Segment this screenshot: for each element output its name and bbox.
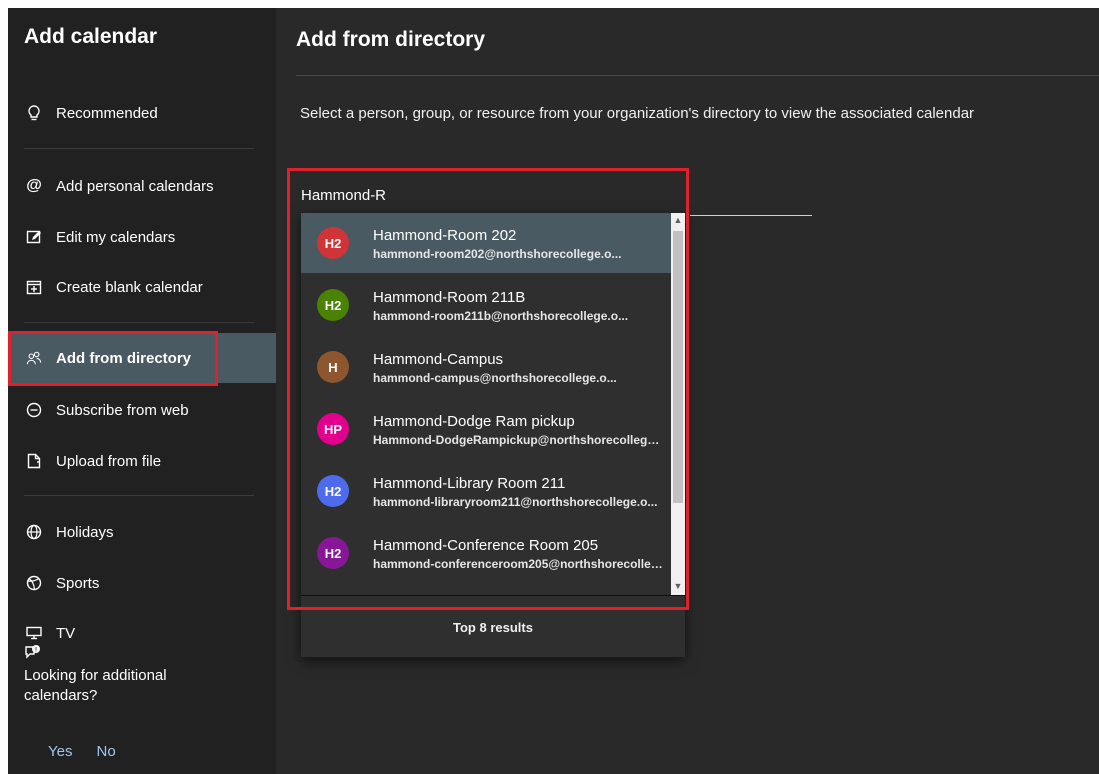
sidebar-divider — [24, 322, 254, 323]
sidebar-item-label: TV — [56, 624, 76, 642]
sidebar-item-recommended[interactable]: Recommended — [8, 88, 276, 138]
sidebar-item-sports[interactable]: Sports — [8, 558, 276, 608]
sidebar-item-label: Edit my calendars — [56, 228, 176, 246]
add-calendar-window: Add calendar Recommended @ Add personal … — [8, 8, 1099, 774]
results-count: Top 8 results — [453, 620, 533, 635]
ball-icon — [26, 575, 42, 591]
feedback-yes-link[interactable]: Yes — [48, 743, 72, 760]
sidebar-item-subscribe-from-web[interactable]: Subscribe from web — [8, 385, 276, 435]
search-highlight-box — [287, 168, 689, 610]
sidebar: Add calendar Recommended @ Add personal … — [8, 8, 276, 774]
tv-icon — [26, 625, 42, 641]
feedback-icon: ! — [24, 644, 42, 662]
feedback-section: ! Looking for additional calendars? — [24, 644, 254, 706]
calendar-add-icon — [26, 279, 42, 295]
feedback-no-link[interactable]: No — [96, 743, 115, 760]
sidebar-item-upload-from-file[interactable]: Upload from file — [8, 436, 276, 486]
link-circle-icon — [26, 402, 42, 418]
sidebar-item-add-personal-calendars[interactable]: @ Add personal calendars — [8, 161, 276, 211]
feedback-question: Looking for additional calendars? — [24, 667, 167, 704]
sidebar-item-label: Subscribe from web — [56, 401, 189, 419]
sidebar-item-edit-my-calendars[interactable]: Edit my calendars — [8, 212, 276, 262]
sidebar-title: Add calendar — [24, 25, 158, 48]
sidebar-item-label: Recommended — [56, 104, 158, 122]
sidebar-item-holidays[interactable]: Holidays — [8, 507, 276, 557]
file-upload-icon — [26, 453, 42, 469]
lightbulb-icon — [26, 105, 42, 121]
directory-description: Select a person, group, or resource from… — [300, 105, 975, 122]
svg-text:!: ! — [35, 648, 37, 654]
title-divider — [296, 75, 1099, 76]
globe-icon — [26, 524, 42, 540]
search-input-underline — [690, 215, 812, 216]
sidebar-item-label: Create blank calendar — [56, 278, 203, 296]
sidebar-item-label: Holidays — [56, 523, 114, 541]
sidebar-divider — [24, 148, 254, 149]
at-icon: @ — [26, 177, 42, 194]
page-title: Add from directory — [296, 28, 486, 51]
sidebar-item-label: Upload from file — [56, 452, 162, 470]
sidebar-item-label: Add personal calendars — [56, 177, 214, 195]
sidebar-item-create-blank-calendar[interactable]: Create blank calendar — [8, 262, 276, 312]
feedback-links: Yes No — [48, 743, 116, 760]
sidebar-divider — [24, 495, 254, 496]
edit-icon — [26, 229, 42, 245]
sidebar-item-label: Sports — [56, 574, 100, 592]
sidebar-item-highlight-box — [8, 331, 218, 386]
